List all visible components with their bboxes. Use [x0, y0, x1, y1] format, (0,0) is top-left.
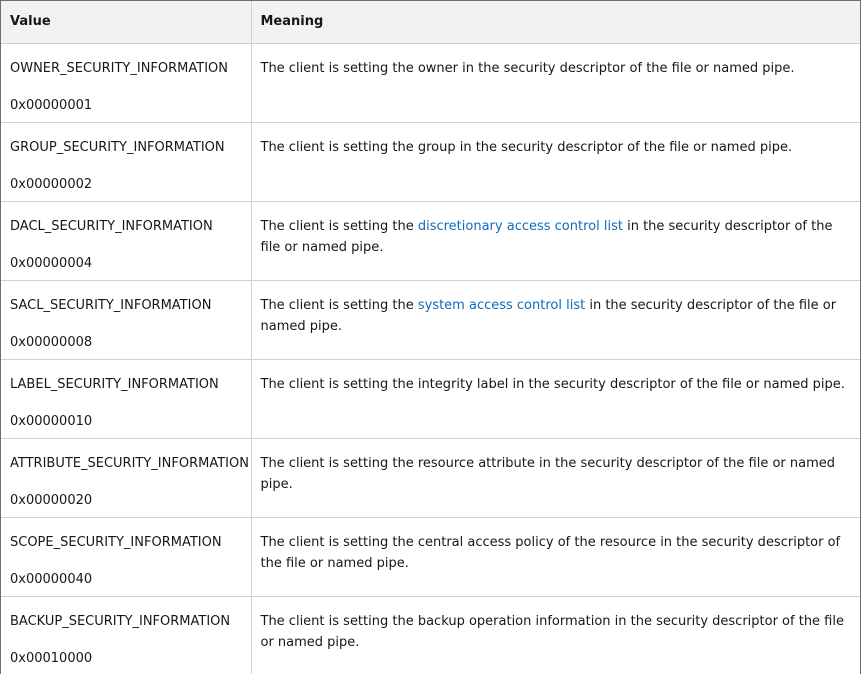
value-cell: LABEL_SECURITY_INFORMATION 0x00000010	[1, 359, 252, 439]
security-information-table: Value Meaning OWNER_SECURITY_INFORMATION…	[1, 1, 860, 674]
value-cell: DACL_SECURITY_INFORMATION 0x00000004	[1, 201, 252, 281]
value-cell: GROUP_SECURITY_INFORMATION 0x00000002	[1, 122, 252, 202]
glossary-link[interactable]: system access control list	[418, 298, 585, 313]
table-row: SCOPE_SECURITY_INFORMATION 0x00000040 The …	[1, 517, 860, 597]
meaning-cell: The client is setting the discretionary …	[251, 201, 860, 281]
constant-hex-value: 0x00000004	[10, 255, 93, 271]
constant-hex-value: 0x00010000	[10, 650, 93, 666]
constant-name: SCOPE_SECURITY_INFORMATION	[10, 534, 222, 550]
meaning-text: The client is setting the group in the s…	[260, 139, 793, 155]
table-row: BACKUP_SECURITY_INFORMATION 0x00010000 The…	[1, 596, 860, 674]
constant-hex-value: 0x00000001	[10, 97, 93, 113]
constant-name: LABEL_SECURITY_INFORMATION	[10, 376, 219, 392]
glossary-link[interactable]: discretionary access control list	[418, 219, 623, 234]
meaning-cell: The client is setting the owner in the s…	[251, 43, 860, 123]
value-cell: SCOPE_SECURITY_INFORMATION 0x00000040	[1, 517, 252, 597]
table-row: OWNER_SECURITY_INFORMATION 0x00000001 The …	[1, 43, 860, 123]
table-row: LABEL_SECURITY_INFORMATION 0x00000010 The …	[1, 359, 860, 439]
constant-name: BACKUP_SECURITY_INFORMATION	[10, 613, 231, 629]
constant-hex-value: 0x00000040	[10, 571, 93, 587]
constant-name: DACL_SECURITY_INFORMATION	[10, 218, 213, 234]
value-cell: BACKUP_SECURITY_INFORMATION 0x00010000	[1, 596, 252, 674]
table-row: GROUP_SECURITY_INFORMATION 0x00000002 The …	[1, 122, 860, 202]
meaning-cell: The client is setting the integrity labe…	[251, 359, 860, 439]
table-body: OWNER_SECURITY_INFORMATION 0x00000001 The …	[1, 43, 860, 674]
table-row: DACL_SECURITY_INFORMATION 0x00000004 The c…	[1, 201, 860, 281]
meaning-text: The client is setting the integrity labe…	[260, 376, 845, 392]
constant-hex-value: 0x00000010	[10, 413, 93, 429]
column-header-value: Value	[1, 1, 252, 44]
meaning-text: The client is setting the resource attri…	[260, 455, 836, 492]
constant-hex-value: 0x00000002	[10, 176, 93, 192]
meaning-text: The client is setting the	[260, 218, 418, 234]
table-row: SACL_SECURITY_INFORMATION 0x00000008 The c…	[1, 280, 860, 360]
meaning-cell: The client is setting the resource attri…	[251, 438, 860, 518]
table-row: ATTRIBUTE_SECURITY_INFORMATION 0x00000020…	[1, 438, 860, 518]
constant-name: SACL_SECURITY_INFORMATION	[10, 297, 212, 313]
value-cell: SACL_SECURITY_INFORMATION 0x00000008	[1, 280, 252, 360]
constant-hex-value: 0x00000008	[10, 334, 93, 350]
table-frame: Value Meaning OWNER_SECURITY_INFORMATION…	[0, 0, 861, 674]
meaning-text: The client is setting the backup operati…	[260, 613, 844, 650]
constant-name: GROUP_SECURITY_INFORMATION	[10, 139, 225, 155]
meaning-cell: The client is setting the central access…	[251, 517, 860, 597]
value-cell: OWNER_SECURITY_INFORMATION 0x00000001	[1, 43, 252, 123]
meaning-cell: The client is setting the system access …	[251, 280, 860, 360]
meaning-text: The client is setting the	[260, 297, 418, 313]
constant-name: ATTRIBUTE_SECURITY_INFORMATION	[10, 455, 249, 471]
meaning-text: The client is setting the owner in the s…	[260, 60, 795, 76]
constant-name: OWNER_SECURITY_INFORMATION	[10, 60, 228, 76]
value-cell: ATTRIBUTE_SECURITY_INFORMATION 0x00000020	[1, 438, 252, 518]
column-header-meaning: Meaning	[251, 1, 860, 44]
meaning-cell: The client is setting the backup operati…	[251, 596, 860, 674]
meaning-cell: The client is setting the group in the s…	[251, 122, 860, 202]
constant-hex-value: 0x00000020	[10, 492, 93, 508]
meaning-text: The client is setting the central access…	[260, 534, 841, 571]
table-header-row: Value Meaning	[1, 1, 860, 44]
